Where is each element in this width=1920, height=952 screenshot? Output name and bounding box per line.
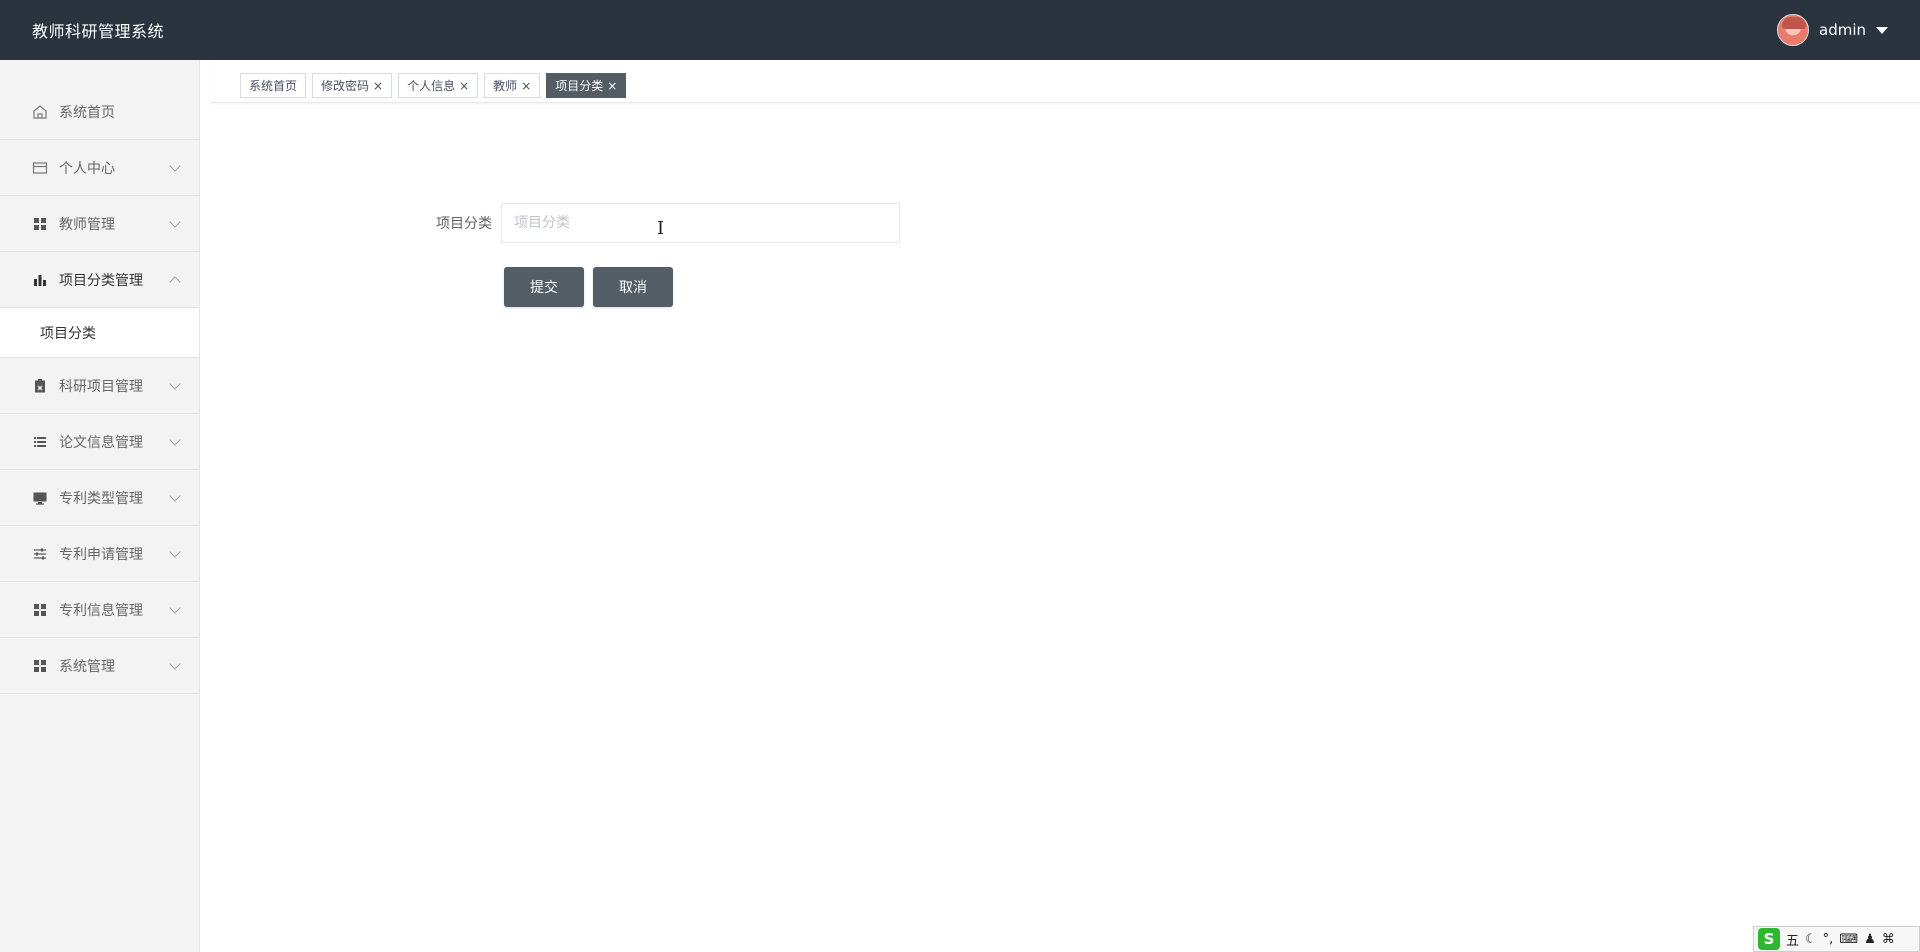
- ime-toolbar[interactable]: S 五 ☾ °, ⌨ ♟ ⌘: [1753, 926, 1920, 952]
- apps-icon[interactable]: ⌘: [1882, 932, 1895, 947]
- close-icon[interactable]: ×: [373, 79, 383, 93]
- submit-button[interactable]: 提交: [504, 267, 584, 307]
- sidebar-item-label: 系统管理: [59, 658, 115, 675]
- sidebar-item-label: 专利申请管理: [59, 546, 143, 563]
- avatar[interactable]: [1777, 14, 1809, 46]
- bar-chart-icon: [31, 271, 49, 289]
- ime-logo-icon[interactable]: S: [1758, 928, 1780, 950]
- tab-label: 项目分类: [555, 79, 604, 93]
- chevron-down-icon: [169, 601, 181, 614]
- moon-icon[interactable]: ☾: [1805, 932, 1817, 947]
- sidebar-item-label: 专利类型管理: [59, 490, 143, 507]
- chevron-down-icon: [169, 215, 181, 228]
- sidebar-item-patent-type-mgmt[interactable]: 专利类型管理: [0, 470, 199, 526]
- sidebar-item-label: 项目分类管理: [59, 272, 143, 289]
- sidebar-item-label: 专利信息管理: [59, 602, 143, 619]
- top-header: 教师科研管理系统 admin: [0, 0, 1920, 60]
- app-title: 教师科研管理系统: [32, 22, 165, 41]
- tab-home[interactable]: 系统首页: [240, 73, 307, 98]
- monitor-icon: [31, 489, 49, 507]
- ime-mode[interactable]: 五: [1786, 930, 1799, 949]
- list-icon: [31, 433, 49, 451]
- text-cursor-icon: I: [657, 218, 665, 239]
- sidebar-item-label: 科研项目管理: [59, 378, 143, 395]
- sidebar-item-system-mgmt[interactable]: 系统管理: [0, 638, 199, 694]
- sidebar-item-paper-info-mgmt[interactable]: 论文信息管理: [0, 414, 199, 470]
- sidebar-item-home[interactable]: 系统首页: [0, 84, 199, 140]
- close-icon[interactable]: ×: [521, 79, 531, 93]
- tab-teacher[interactable]: 教师 ×: [484, 73, 541, 98]
- sidebar-item-label: 论文信息管理: [59, 434, 143, 451]
- sidebar-item-project-category-mgmt[interactable]: 项目分类管理: [0, 252, 199, 308]
- grid-icon: [31, 215, 49, 233]
- tab-label: 修改密码: [321, 79, 370, 93]
- sidebar-item-teacher-mgmt[interactable]: 教师管理: [0, 196, 199, 252]
- project-category-form: 项目分类 提交 取消: [430, 203, 900, 307]
- tab-label: 系统首页: [249, 79, 298, 93]
- grid-icon: [31, 657, 49, 675]
- home-icon: [31, 103, 49, 121]
- card-icon: [31, 159, 49, 177]
- clipboard-icon: [31, 377, 49, 395]
- person-icon[interactable]: ♟: [1864, 932, 1876, 947]
- tab-change-password[interactable]: 修改密码 ×: [312, 73, 393, 98]
- close-icon[interactable]: ×: [459, 79, 469, 93]
- sidebar-item-label: 系统首页: [59, 104, 115, 121]
- sidebar-subitem-project-category[interactable]: 项目分类: [0, 308, 199, 358]
- grid-icon: [31, 601, 49, 619]
- project-category-input[interactable]: [501, 203, 900, 243]
- sidebar-item-patent-application-mgmt[interactable]: 专利申请管理: [0, 526, 199, 582]
- sidebar-item-patent-info-mgmt[interactable]: 专利信息管理: [0, 582, 199, 638]
- sidebar-item-research-project-mgmt[interactable]: 科研项目管理: [0, 358, 199, 414]
- sidebar-item-personal-center[interactable]: 个人中心: [0, 140, 199, 196]
- sidebar: 系统首页 个人中心 教师管理 项目分类管理 项目分类 科研项目管理 论文信息管理: [0, 60, 200, 952]
- sidebar-item-label: 教师管理: [59, 216, 115, 233]
- chevron-down-icon: [169, 433, 181, 446]
- chevron-down-icon: [169, 657, 181, 670]
- user-name[interactable]: admin: [1819, 21, 1866, 39]
- project-category-label: 项目分类: [436, 216, 492, 232]
- sidebar-item-label: 个人中心: [59, 160, 115, 177]
- tab-label: 个人信息: [407, 79, 456, 93]
- keyboard-icon[interactable]: ⌨: [1839, 932, 1858, 947]
- chevron-up-icon: [169, 275, 181, 288]
- chevron-down-icon: [169, 377, 181, 390]
- form-row: 项目分类: [430, 203, 900, 243]
- user-menu[interactable]: admin: [1777, 14, 1888, 46]
- chevron-down-icon: [169, 545, 181, 558]
- close-icon[interactable]: ×: [607, 79, 617, 93]
- cancel-button[interactable]: 取消: [593, 267, 673, 307]
- punctuation-icon[interactable]: °,: [1823, 932, 1834, 947]
- chevron-down-icon: [169, 489, 181, 502]
- chevron-down-icon: [169, 159, 181, 172]
- tabs-bar: 系统首页 修改密码 × 个人信息 × 教师 × 项目分类 ×: [211, 60, 1920, 103]
- caret-down-icon[interactable]: [1876, 26, 1888, 34]
- tab-label: 教师: [493, 79, 518, 93]
- form-actions: 提交 取消: [504, 267, 900, 307]
- sliders-icon: [31, 545, 49, 563]
- tab-project-category[interactable]: 项目分类 ×: [546, 73, 627, 98]
- tab-personal-info[interactable]: 个人信息 ×: [398, 73, 479, 98]
